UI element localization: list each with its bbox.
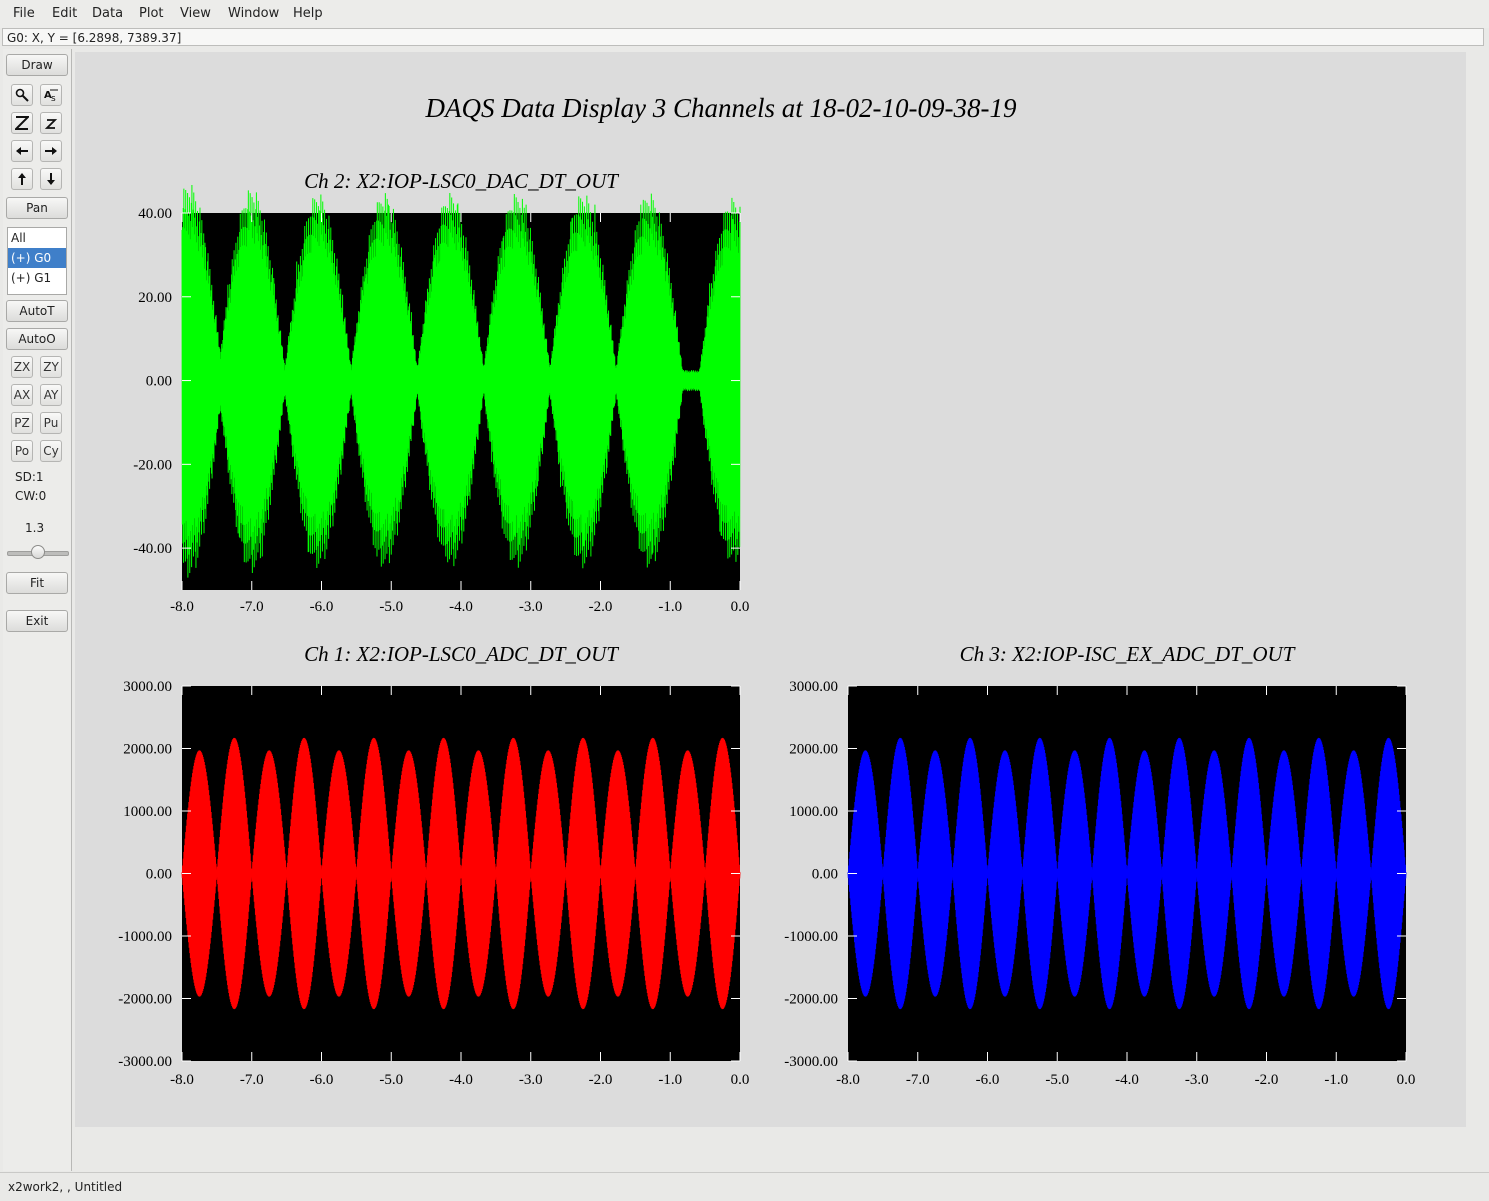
chart-2-xtick-label: -7.0 (240, 1072, 264, 1088)
po-button[interactable]: Po (11, 440, 33, 462)
chart-1-title: Ch 2: X2:IOP-LSC0_DAC_DT_OUT (304, 169, 619, 193)
chart-2-ytick-label: 3000.00 (123, 679, 172, 695)
chart-1-xtick-label: 0.0 (731, 599, 750, 615)
chart-3-xtick-label: 0.0 (1397, 1072, 1416, 1088)
zoom-icon[interactable] (11, 84, 33, 106)
chart-1-xtick-label: -2.0 (589, 599, 613, 615)
scale-value: 1.3 (25, 521, 45, 535)
zoom-in-small-icon[interactable] (40, 112, 62, 134)
ax-button[interactable]: AX (11, 384, 33, 406)
chart-2-ytick-label: -2000.00 (118, 992, 172, 1008)
chart-2-xtick-label: -4.0 (449, 1072, 473, 1088)
chart-1-xtick-label: -3.0 (519, 599, 543, 615)
svg-text:s: s (51, 94, 56, 102)
chart-1[interactable]: Ch 2: X2:IOP-LSC0_DAC_DT_OUT 40.00 20.00 0.… (133, 169, 749, 615)
chart-3-xtick-label: -7.0 (906, 1072, 930, 1088)
menubar: File Edit Data Plot View Window Help (0, 0, 1489, 28)
zy-button[interactable]: ZY (40, 356, 62, 378)
chart-1-xtick-label: -7.0 (240, 599, 264, 615)
chart-3-ytick-label: 1000.00 (789, 804, 838, 820)
chart-1-ytick-label: 40.00 (138, 206, 172, 222)
list-item-g1[interactable]: (+) G1 (8, 268, 66, 288)
chart-2-xtick-label: -6.0 (310, 1072, 334, 1088)
chart-1-xtick-label: -8.0 (170, 599, 194, 615)
menu-data[interactable]: Data (92, 6, 123, 21)
arrow-up-icon[interactable] (11, 168, 33, 190)
chart-3-ytick-label: 2000.00 (789, 742, 838, 758)
menu-help[interactable]: Help (293, 6, 323, 21)
plot-canvas[interactable]: DAQS Data Display 3 Channels at 18-02-10… (75, 52, 1466, 1127)
chart-1-series-line (181, 185, 741, 578)
chart-2-xtick-label: -8.0 (170, 1072, 194, 1088)
chart-2-ytick-label: 0.00 (146, 867, 172, 883)
pan-button[interactable]: Pan (6, 197, 68, 219)
ay-button[interactable]: AY (40, 384, 62, 406)
zoom-out-large-icon[interactable] (11, 112, 33, 134)
chart-3-title: Ch 3: X2:IOP-ISC_EX_ADC_DT_OUT (960, 642, 1296, 666)
text-tool-icon[interactable]: As (40, 84, 62, 106)
pz-button[interactable]: PZ (11, 412, 33, 434)
chart-3-xtick-label: -4.0 (1115, 1072, 1139, 1088)
list-item-all[interactable]: All (8, 228, 66, 248)
toolbar: Draw As Pan All (+) G0 (+) G1 AutoT Auto… (3, 49, 72, 1171)
menu-view[interactable]: View (180, 6, 211, 21)
chart-2-ytick-label: -1000.00 (118, 929, 172, 945)
menu-window[interactable]: Window (228, 6, 279, 21)
autoo-button[interactable]: AutoO (6, 328, 68, 350)
sd-label: SD:1 (15, 470, 44, 484)
cy-button[interactable]: Cy (40, 440, 62, 462)
coordinate-readout: G0: X, Y = [6.2898, 7389.37] (2, 28, 1484, 46)
scale-slider-handle[interactable] (31, 545, 45, 559)
fit-button[interactable]: Fit (6, 572, 68, 594)
menu-plot[interactable]: Plot (139, 6, 164, 21)
chart-3-xtick-label: -3.0 (1185, 1072, 1209, 1088)
zx-button[interactable]: ZX (11, 356, 33, 378)
chart-3-ytick-label: 3000.00 (789, 679, 838, 695)
chart-3[interactable]: Ch 3: X2:IOP-ISC_EX_ADC_DT_OUT 3000.00 200… (784, 642, 1415, 1088)
chart-3-ytick-label: -2000.00 (784, 992, 838, 1008)
chart-3-ytick-label: -3000.00 (784, 1054, 838, 1070)
arrow-down-icon[interactable] (40, 168, 62, 190)
chart-2-title: Ch 1: X2:IOP-LSC0_ADC_DT_OUT (304, 642, 619, 666)
chart-1-xtick-label: -4.0 (449, 599, 473, 615)
status-bar: x2work2, , Untitled (0, 1172, 1489, 1200)
chart-1-xtick-label: -5.0 (379, 599, 403, 615)
chart-2-ytick-label: -3000.00 (118, 1054, 172, 1070)
chart-3-ytick-label: 0.00 (812, 867, 838, 883)
chart-1-ytick-label: 20.00 (138, 290, 172, 306)
chart-2[interactable]: Ch 1: X2:IOP-LSC0_ADC_DT_OUT 3000.00 2000.… (118, 642, 749, 1088)
chart-2-xtick-label: 0.0 (731, 1072, 750, 1088)
chart-3-xtick-label: -2.0 (1255, 1072, 1279, 1088)
menu-edit[interactable]: Edit (52, 6, 77, 21)
plot-pane: DAQS Data Display 3 Channels at 18-02-10… (75, 52, 1466, 1127)
chart-3-ytick-label: -1000.00 (784, 929, 838, 945)
arrow-left-icon[interactable] (11, 140, 33, 162)
chart-1-ytick-label: -40.00 (133, 541, 172, 557)
pu-button[interactable]: Pu (40, 412, 62, 434)
menu-file[interactable]: File (13, 6, 35, 21)
chart-1-ytick-label: -20.00 (133, 457, 172, 473)
chart-2-xtick-label: -1.0 (658, 1072, 682, 1088)
main-title: DAQS Data Display 3 Channels at 18-02-10… (425, 93, 1017, 123)
chart-3-xtick-label: -1.0 (1324, 1072, 1348, 1088)
chart-2-xtick-label: -2.0 (589, 1072, 613, 1088)
chart-2-xtick-label: -5.0 (379, 1072, 403, 1088)
chart-2-ytick-label: 1000.00 (123, 804, 172, 820)
autot-button[interactable]: AutoT (6, 300, 68, 322)
cw-label: CW:0 (15, 489, 47, 503)
chart-1-xtick-label: -6.0 (310, 599, 334, 615)
chart-1-xtick-label: -1.0 (658, 599, 682, 615)
chart-1-ytick-label: 0.00 (146, 374, 172, 390)
chart-3-xtick-label: -8.0 (836, 1072, 860, 1088)
draw-button[interactable]: Draw (6, 54, 68, 76)
channel-list[interactable]: All (+) G0 (+) G1 (7, 227, 67, 295)
chart-3-xtick-label: -5.0 (1045, 1072, 1069, 1088)
chart-2-ytick-label: 2000.00 (123, 742, 172, 758)
chart-2-xtick-label: -3.0 (519, 1072, 543, 1088)
list-item-g0[interactable]: (+) G0 (8, 248, 66, 268)
arrow-right-icon[interactable] (40, 140, 62, 162)
chart-3-xtick-label: -6.0 (976, 1072, 1000, 1088)
exit-button[interactable]: Exit (6, 610, 68, 632)
